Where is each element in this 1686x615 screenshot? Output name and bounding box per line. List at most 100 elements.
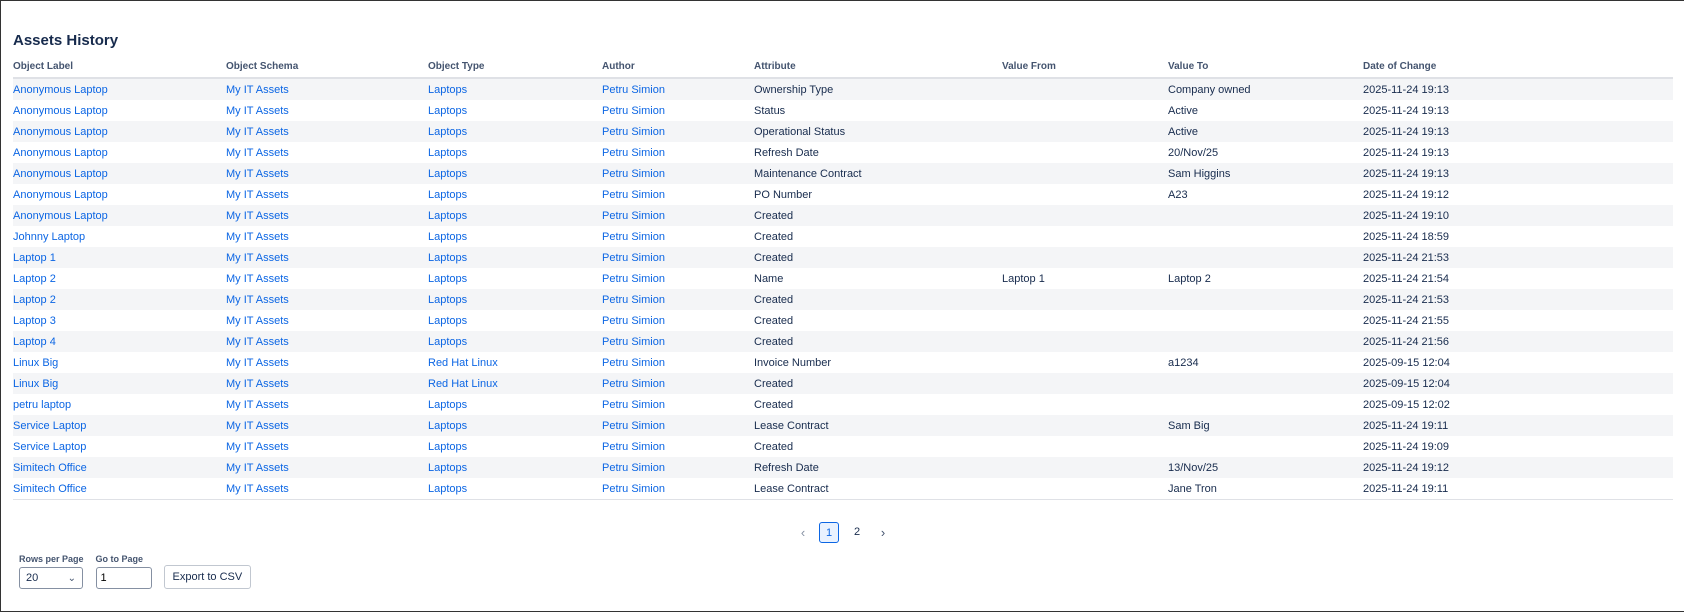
object-type-link[interactable]: Laptops <box>428 399 467 411</box>
author-link[interactable]: Petru Simion <box>602 210 665 222</box>
object-label-link[interactable]: Anonymous Laptop <box>13 168 108 180</box>
cell-object-type: Laptops <box>428 436 602 457</box>
author-link[interactable]: Petru Simion <box>602 189 665 201</box>
object-label-link[interactable]: Service Laptop <box>13 441 86 453</box>
object-type-link[interactable]: Laptops <box>428 462 467 474</box>
go-to-page-input[interactable] <box>95 567 152 589</box>
object-type-link[interactable]: Laptops <box>428 420 467 432</box>
object-schema-link[interactable]: My IT Assets <box>226 315 289 327</box>
object-label-link[interactable]: Anonymous Laptop <box>13 210 108 222</box>
author-link[interactable]: Petru Simion <box>602 315 665 327</box>
object-schema-link[interactable]: My IT Assets <box>226 462 289 474</box>
cell-object-label: Johnny Laptop <box>13 226 226 247</box>
object-schema-link[interactable]: My IT Assets <box>226 105 289 117</box>
object-label-link[interactable]: Laptop 2 <box>13 273 56 285</box>
object-type-link[interactable]: Laptops <box>428 147 467 159</box>
cell-object-type: Red Hat Linux <box>428 352 602 373</box>
object-schema-link[interactable]: My IT Assets <box>226 231 289 243</box>
object-label-link[interactable]: Laptop 4 <box>13 336 56 348</box>
object-label-link[interactable]: Service Laptop <box>13 420 86 432</box>
object-schema-link[interactable]: My IT Assets <box>226 189 289 201</box>
object-schema-link[interactable]: My IT Assets <box>226 420 289 432</box>
object-schema-link[interactable]: My IT Assets <box>226 126 289 138</box>
author-link[interactable]: Petru Simion <box>602 441 665 453</box>
object-type-link[interactable]: Laptops <box>428 168 467 180</box>
object-label-link[interactable]: Linux Big <box>13 378 58 390</box>
object-type-link[interactable]: Laptops <box>428 252 467 264</box>
object-type-link[interactable]: Laptops <box>428 189 467 201</box>
object-label-link[interactable]: petru laptop <box>13 399 71 411</box>
object-schema-link[interactable]: My IT Assets <box>226 399 289 411</box>
object-schema-link[interactable]: My IT Assets <box>226 357 289 369</box>
author-link[interactable]: Petru Simion <box>602 147 665 159</box>
object-type-link[interactable]: Laptops <box>428 273 467 285</box>
object-type-link[interactable]: Red Hat Linux <box>428 357 498 369</box>
author-link[interactable]: Petru Simion <box>602 231 665 243</box>
object-label-link[interactable]: Laptop 1 <box>13 252 56 264</box>
author-link[interactable]: Petru Simion <box>602 420 665 432</box>
object-label-link[interactable]: Linux Big <box>13 357 58 369</box>
object-type-link[interactable]: Laptops <box>428 336 467 348</box>
rows-per-page-select[interactable]: 20 ⌄ <box>19 567 83 589</box>
author-link[interactable]: Petru Simion <box>602 399 665 411</box>
object-label-link[interactable]: Simitech Office <box>13 462 87 474</box>
export-csv-button[interactable]: Export to CSV <box>163 565 252 589</box>
page-button-2[interactable]: 2 <box>847 522 867 543</box>
page-button-1[interactable]: 1 <box>819 522 839 543</box>
cell-object-type: Laptops <box>428 184 602 205</box>
author-link[interactable]: Petru Simion <box>602 126 665 138</box>
chevron-right-icon[interactable]: › <box>877 525 889 540</box>
column-header-attribute: Attribute <box>754 55 1002 79</box>
table-row: Linux Big My IT Assets Red Hat Linux Petru … <box>13 352 1673 373</box>
object-schema-link[interactable]: My IT Assets <box>226 252 289 264</box>
author-link[interactable]: Petru Simion <box>602 168 665 180</box>
object-schema-link[interactable]: My IT Assets <box>226 147 289 159</box>
author-link[interactable]: Petru Simion <box>602 84 665 96</box>
object-label-link[interactable]: Anonymous Laptop <box>13 126 108 138</box>
object-label-link[interactable]: Anonymous Laptop <box>13 84 108 96</box>
object-label-link[interactable]: Simitech Office <box>13 483 87 495</box>
author-link[interactable]: Petru Simion <box>602 357 665 369</box>
object-type-link[interactable]: Laptops <box>428 84 467 96</box>
object-schema-link[interactable]: My IT Assets <box>226 168 289 180</box>
author-link[interactable]: Petru Simion <box>602 294 665 306</box>
cell-value-to <box>1168 289 1363 310</box>
object-schema-link[interactable]: My IT Assets <box>226 378 289 390</box>
object-label-link[interactable]: Anonymous Laptop <box>13 105 108 117</box>
author-link[interactable]: Petru Simion <box>602 273 665 285</box>
author-link[interactable]: Petru Simion <box>602 252 665 264</box>
object-type-link[interactable]: Laptops <box>428 483 467 495</box>
object-schema-link[interactable]: My IT Assets <box>226 210 289 222</box>
cell-author: Petru Simion <box>602 289 754 310</box>
object-type-link[interactable]: Laptops <box>428 294 467 306</box>
object-label-link[interactable]: Anonymous Laptop <box>13 147 108 159</box>
author-link[interactable]: Petru Simion <box>602 378 665 390</box>
object-type-link[interactable]: Laptops <box>428 210 467 222</box>
object-schema-link[interactable]: My IT Assets <box>226 441 289 453</box>
object-type-link[interactable]: Laptops <box>428 126 467 138</box>
object-type-link[interactable]: Laptops <box>428 231 467 243</box>
author-link[interactable]: Petru Simion <box>602 462 665 474</box>
object-label-link[interactable]: Laptop 3 <box>13 315 56 327</box>
chevron-left-icon[interactable]: ‹ <box>797 525 809 540</box>
object-label-link[interactable]: Anonymous Laptop <box>13 189 108 201</box>
object-type-link[interactable]: Red Hat Linux <box>428 378 498 390</box>
object-schema-link[interactable]: My IT Assets <box>226 483 289 495</box>
object-label-link[interactable]: Laptop 2 <box>13 294 56 306</box>
object-label-link[interactable]: Johnny Laptop <box>13 231 85 243</box>
object-type-link[interactable]: Laptops <box>428 105 467 117</box>
object-schema-link[interactable]: My IT Assets <box>226 294 289 306</box>
cell-object-label: petru laptop <box>13 394 226 415</box>
cell-author: Petru Simion <box>602 394 754 415</box>
object-schema-link[interactable]: My IT Assets <box>226 273 289 285</box>
object-type-link[interactable]: Laptops <box>428 441 467 453</box>
object-schema-link[interactable]: My IT Assets <box>226 84 289 96</box>
object-type-link[interactable]: Laptops <box>428 315 467 327</box>
cell-value-from <box>1002 436 1168 457</box>
author-link[interactable]: Petru Simion <box>602 105 665 117</box>
object-schema-link[interactable]: My IT Assets <box>226 336 289 348</box>
date-of-change-value: 2025-11-24 19:12 <box>1363 461 1450 474</box>
table-header-row: Object Label Object Schema Object Type Auth… <box>13 55 1673 79</box>
author-link[interactable]: Petru Simion <box>602 336 665 348</box>
author-link[interactable]: Petru Simion <box>602 483 665 495</box>
